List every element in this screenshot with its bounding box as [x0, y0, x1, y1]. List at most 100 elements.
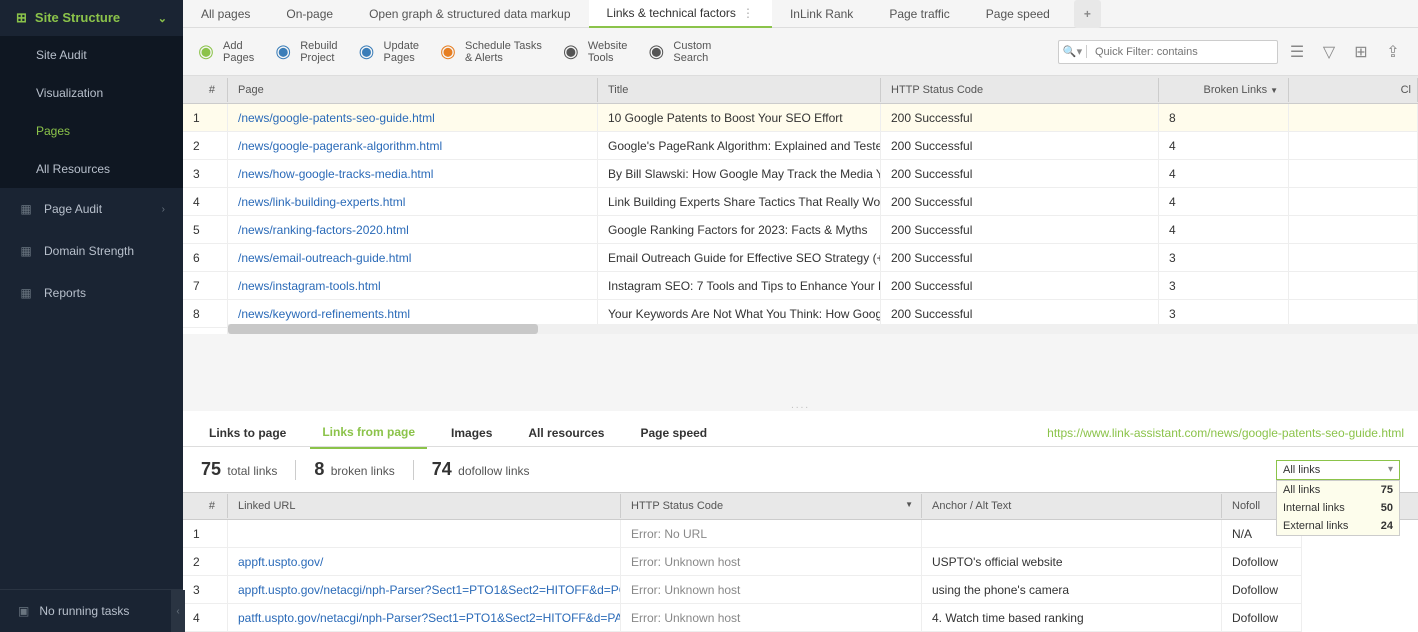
rebuild-button[interactable]: ◉RebuildProject [272, 40, 337, 64]
sidebar-header[interactable]: ⊞Site Structure ⌄ [0, 0, 183, 36]
detail-row[interactable]: 2appft.uspto.gov/Error: Unknown hostUSPT… [183, 548, 1418, 576]
filter-option-internal-links[interactable]: Internal links50 [1277, 499, 1399, 517]
table-row[interactable]: 3/news/how-google-tracks-media.htmlBy Bi… [183, 160, 1418, 188]
dcol-url[interactable]: Linked URL [228, 494, 621, 518]
dcol-anchor[interactable]: Anchor / Alt Text [922, 494, 1222, 518]
detail-tab-links-from-page[interactable]: Links from page [310, 417, 427, 449]
col-title[interactable]: Title [598, 78, 881, 102]
scroll-thumb[interactable] [228, 324, 538, 334]
col-http[interactable]: HTTP Status Code [881, 78, 1159, 102]
detail-tab-all-resources[interactable]: All resources [516, 418, 616, 448]
sidebar-item-visualization[interactable]: Visualization [0, 74, 183, 112]
linked-url[interactable]: appft.uspto.gov/ [228, 548, 621, 576]
chevron-down-icon: ⌄ [158, 12, 167, 25]
table-row[interactable]: 5/news/ranking-factors-2020.htmlGoogle R… [183, 216, 1418, 244]
export-icon[interactable]: ⇪ [1380, 39, 1406, 65]
toolbar: ◉AddPages ◉RebuildProject ◉UpdatePages ◉Sch… [183, 28, 1418, 76]
stat-dofollow-links: 74 dofollow links [432, 459, 530, 480]
table-row[interactable]: 7/news/instagram-tools.htmlInstagram SEO… [183, 272, 1418, 300]
page-link[interactable]: /news/google-pagerank-algorithm.html [228, 132, 598, 160]
col-num[interactable]: # [183, 78, 228, 102]
sidebar-section-page-audit[interactable]: ▦Page Audit› [0, 188, 183, 230]
table-row[interactable]: 1/news/google-patents-seo-guide.html10 G… [183, 104, 1418, 132]
tasks-label: No running tasks [39, 604, 129, 618]
schedule-tasks-button[interactable]: ◉Schedule Tasks& Alerts [437, 40, 542, 64]
dcol-http[interactable]: HTTP Status Code▼ [621, 494, 922, 518]
tab-menu-icon[interactable]: ⋮ [742, 6, 754, 20]
detail-tab-page-speed[interactable]: Page speed [628, 418, 719, 448]
pages-grid: # Page Title HTTP Status Code Broken Lin… [183, 76, 1418, 403]
sidebar-tasks[interactable]: ▣ No running tasks ‹ [0, 589, 183, 632]
detail-panel: Links to page Links from page Images All re… [183, 411, 1418, 632]
linked-url[interactable] [228, 520, 621, 548]
tab-page-traffic[interactable]: Page traffic [871, 0, 967, 28]
col-page[interactable]: Page [228, 78, 598, 102]
plus-square-icon: ◉ [195, 41, 217, 63]
filter-select[interactable]: All links [1276, 460, 1400, 480]
page-link[interactable]: /news/email-outreach-guide.html [228, 244, 598, 272]
linked-url[interactable]: patft.uspto.gov/netacgi/nph-Parser?Sect1… [228, 604, 621, 632]
filter-dropdown-wrap: All links All links75Internal links50Ext… [1276, 460, 1400, 480]
tab-links-technical-factors[interactable]: Links & technical factors ⋮ [589, 0, 772, 28]
calendar-icon: ◉ [437, 41, 459, 63]
filter-option-external-links[interactable]: External links24 [1277, 517, 1399, 535]
main-area: All pagesOn-pageOpen graph & structured … [183, 0, 1418, 632]
page-refresh-icon: ◉ [356, 41, 378, 63]
gauge-icon: ▦ [18, 244, 34, 258]
list-icon[interactable]: ☰ [1284, 39, 1310, 65]
dcol-num[interactable]: # [183, 494, 228, 518]
page-link[interactable]: /news/how-google-tracks-media.html [228, 160, 598, 188]
sidebar-title: Site Structure [35, 10, 120, 25]
globe-refresh-icon: ◉ [272, 41, 294, 63]
page-link[interactable]: /news/ranking-factors-2020.html [228, 216, 598, 244]
page-link[interactable]: /news/instagram-tools.html [228, 272, 598, 300]
page-link[interactable]: /news/link-building-experts.html [228, 188, 598, 216]
chevron-right-icon: › [162, 204, 165, 215]
filter-icon[interactable]: ▽ [1316, 39, 1342, 65]
h-scrollbar[interactable] [228, 324, 1418, 334]
table-row[interactable]: 4/news/link-building-experts.htmlLink Bu… [183, 188, 1418, 216]
filter-dropdown: All links75Internal links50External link… [1276, 480, 1400, 536]
detail-row[interactable]: 1Error: No URLN/A [183, 520, 1418, 548]
collapse-icon[interactable]: ‹ [171, 590, 185, 632]
add-tab-button[interactable]: + [1074, 0, 1101, 28]
document-icon: ▦ [18, 286, 34, 300]
add-button[interactable]: ◉AddPages [195, 40, 254, 64]
tab-all-pages[interactable]: All pages [183, 0, 268, 28]
detail-url[interactable]: https://www.link-assistant.com/news/goog… [1047, 426, 1404, 440]
page-link[interactable]: /news/google-patents-seo-guide.html [228, 104, 598, 132]
linked-url[interactable]: appft.uspto.gov/netacgi/nph-Parser?Sect1… [228, 576, 621, 604]
sidebar-item-pages[interactable]: Pages [0, 112, 183, 150]
custom-button[interactable]: ◉CustomSearch [645, 40, 711, 64]
toolbar-right: 🔍▾ ☰ ▽ ⊞ ⇪ [1058, 39, 1406, 65]
drag-handle[interactable]: ∙∙∙∙ [183, 403, 1418, 411]
sidebar-section-domain-strength[interactable]: ▦Domain Strength [0, 230, 183, 272]
tab-open-graph-structured-data-markup[interactable]: Open graph & structured data markup [351, 0, 588, 28]
grid-body: 1/news/google-patents-seo-guide.html10 G… [183, 104, 1418, 334]
table-row[interactable]: 6/news/email-outreach-guide.htmlEmail Ou… [183, 244, 1418, 272]
detail-row[interactable]: 3appft.uspto.gov/netacgi/nph-Parser?Sect… [183, 576, 1418, 604]
sort-icon: ▼ [905, 500, 913, 509]
detail-tab-images[interactable]: Images [439, 418, 504, 448]
quick-filter-input[interactable] [1087, 42, 1277, 62]
detail-grid-header: # Linked URL HTTP Status Code▼ Anchor / … [183, 492, 1418, 520]
col-last[interactable]: Cl [1289, 78, 1418, 102]
search-dropdown-icon[interactable]: 🔍▾ [1059, 45, 1087, 58]
tab-inlink-rank[interactable]: InLink Rank [772, 0, 871, 28]
detail-tabs: Links to page Links from page Images All re… [183, 411, 1418, 447]
filter-option-all-links[interactable]: All links75 [1277, 481, 1399, 499]
tab-page-speed[interactable]: Page speed [968, 0, 1068, 28]
tab-on-page[interactable]: On-page [268, 0, 351, 28]
col-broken[interactable]: Broken Links▼ [1159, 78, 1289, 102]
detail-row[interactable]: 4patft.uspto.gov/netacgi/nph-Parser?Sect… [183, 604, 1418, 632]
sidebar-item-site-audit[interactable]: Site Audit [0, 36, 183, 74]
website-button[interactable]: ◉WebsiteTools [560, 40, 628, 64]
detail-tab-links-to-page[interactable]: Links to page [197, 418, 298, 448]
sidebar-item-all-resources[interactable]: All Resources [0, 150, 183, 188]
grid-icon[interactable]: ⊞ [1348, 39, 1374, 65]
update-button[interactable]: ◉UpdatePages [356, 40, 419, 64]
table-row[interactable]: 2/news/google-pagerank-algorithm.htmlGoo… [183, 132, 1418, 160]
quick-filter[interactable]: 🔍▾ [1058, 40, 1278, 64]
sidebar-section-reports[interactable]: ▦Reports [0, 272, 183, 314]
top-tabs: All pagesOn-pageOpen graph & structured … [183, 0, 1418, 28]
